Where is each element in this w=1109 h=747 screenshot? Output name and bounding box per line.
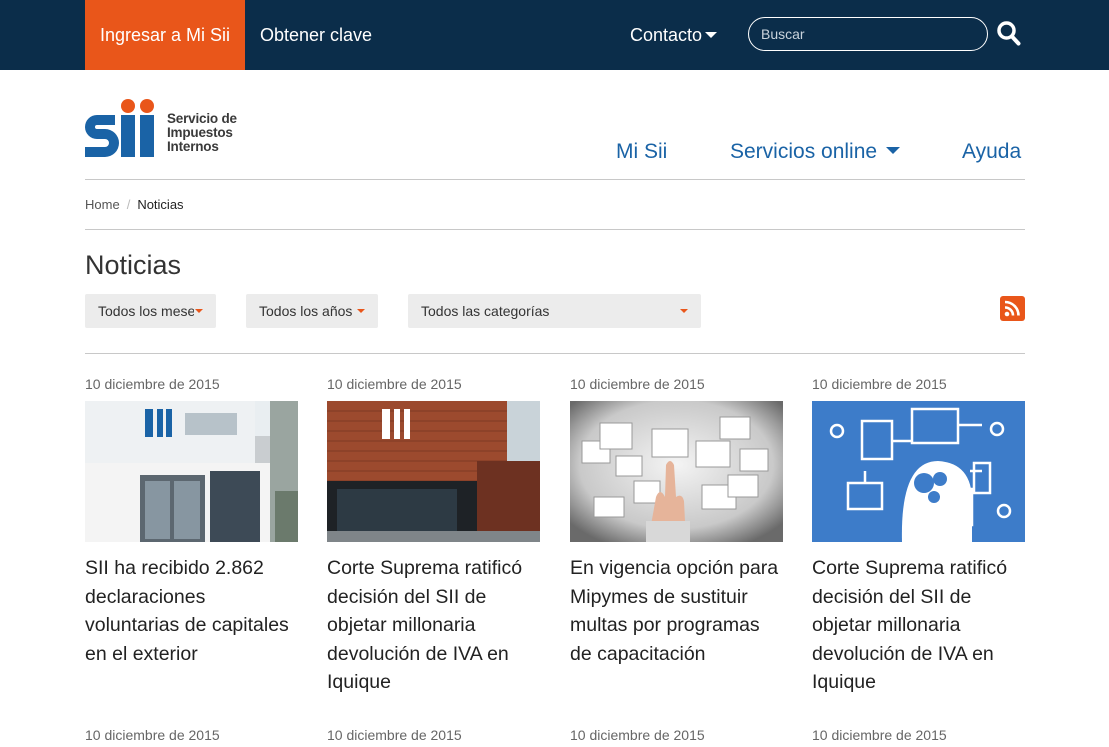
- logo-wordmark: Servicio de Impuestos Internos: [167, 111, 237, 154]
- news-date: 10 diciembre de 2015: [85, 376, 220, 392]
- chevron-down-icon: [680, 309, 688, 313]
- breadcrumb-separator: /: [126, 197, 131, 212]
- sii-logo-mark: [85, 99, 154, 157]
- news-date: 10 diciembre de 2015: [570, 727, 705, 743]
- categories-filter-select[interactable]: Todos las categorías: [408, 294, 701, 328]
- divider: [85, 179, 1025, 180]
- nav-servicios-online[interactable]: Servicios online: [730, 140, 900, 164]
- nav-mi-sii[interactable]: Mi Sii: [616, 140, 667, 164]
- nav-servicios-label: Servicios online: [730, 140, 878, 163]
- news-image-sii-office: [85, 401, 298, 542]
- months-filter-select[interactable]: Todos los meses: [85, 294, 216, 328]
- news-title: Corte Suprema ratificó decisión del SII …: [812, 557, 1008, 694]
- news-image-touch-screens: [570, 401, 783, 542]
- news-date: 10 diciembre de 2015: [812, 376, 947, 392]
- news-date: 10 diciembre de 2015: [570, 376, 705, 392]
- login-mi-sii-button[interactable]: Ingresar a Mi Sii: [85, 0, 245, 70]
- news-title: En vigencia opción para Mipymes de susti…: [570, 557, 779, 665]
- sii-logo[interactable]: Servicio de Impuestos Internos: [85, 98, 255, 160]
- news-card[interactable]: 10 diciembre de 2015 En vigencia opción …: [570, 376, 783, 668]
- nav-ayuda[interactable]: Ayuda: [962, 140, 1021, 164]
- news-card[interactable]: 10 diciembre de 2015 SII ha recibido 2.8…: [85, 376, 298, 668]
- news-date: 10 diciembre de 2015: [85, 727, 220, 743]
- breadcrumb-current: Noticias: [137, 197, 184, 212]
- chevron-down-icon: [705, 31, 718, 38]
- breadcrumb-home[interactable]: Home: [85, 197, 120, 212]
- chevron-down-icon: [195, 309, 203, 313]
- news-image-digital-devices: [812, 401, 1025, 542]
- years-filter-select[interactable]: Todos los años: [246, 294, 378, 328]
- chevron-down-icon: [885, 147, 900, 155]
- top-bar: Ingresar a Mi Sii Obtener clave Contacto: [0, 0, 1109, 70]
- news-image-sii-building: [327, 401, 540, 542]
- search-input[interactable]: [748, 17, 988, 51]
- chevron-down-icon: [357, 309, 365, 313]
- rss-icon[interactable]: [1000, 296, 1025, 321]
- contact-label: Contacto: [630, 25, 703, 45]
- months-filter-value: Todos los meses: [98, 303, 194, 319]
- news-card[interactable]: 10 diciembre de 2015 Corte Suprema ratif…: [812, 376, 1025, 697]
- divider: [85, 229, 1025, 230]
- news-card[interactable]: 10 diciembre de 2015 Corte Suprema ratif…: [327, 376, 540, 697]
- news-title: SII ha recibido 2.862 declaraciones volu…: [85, 557, 289, 665]
- contact-dropdown[interactable]: Contacto: [630, 0, 718, 70]
- page-title: Noticias: [85, 250, 182, 280]
- news-date: 10 diciembre de 2015: [327, 376, 462, 392]
- years-filter-value: Todos los años: [259, 303, 353, 319]
- news-title: Corte Suprema ratificó decisión del SII …: [327, 557, 523, 694]
- news-date: 10 diciembre de 2015: [327, 727, 462, 743]
- news-date: 10 diciembre de 2015: [812, 727, 947, 743]
- search-icon[interactable]: [996, 20, 1022, 48]
- breadcrumb: Home / Noticias: [85, 197, 184, 212]
- get-key-link[interactable]: Obtener clave: [260, 0, 372, 70]
- categories-filter-value: Todos las categorías: [421, 303, 550, 319]
- divider: [85, 353, 1025, 354]
